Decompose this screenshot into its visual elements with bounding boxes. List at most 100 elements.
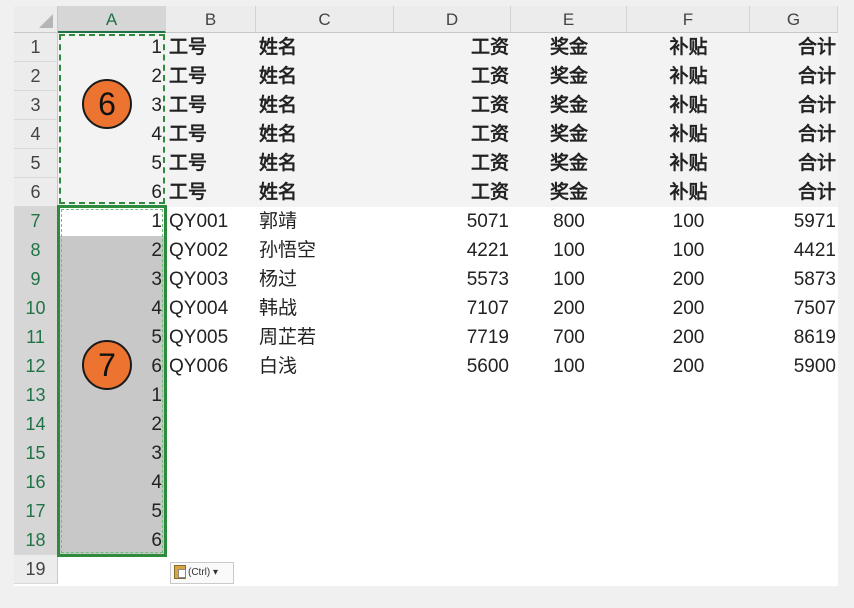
cell-f10[interactable]: 200 — [627, 294, 750, 323]
row-header-12[interactable]: 12 — [14, 352, 58, 381]
cell-g9[interactable]: 5873 — [750, 265, 838, 294]
cell-b12[interactable]: QY006 — [166, 352, 256, 381]
row-header-18[interactable]: 18 — [14, 526, 58, 555]
cell-c3[interactable]: 姓名 — [256, 91, 394, 120]
row-header-5[interactable]: 5 — [14, 149, 58, 178]
cell-c12[interactable]: 白浅 — [256, 352, 394, 381]
cell-b4[interactable]: 工号 — [166, 120, 256, 149]
cell-b6[interactable]: 工号 — [166, 178, 256, 207]
select-all-corner[interactable] — [14, 6, 58, 33]
cell-d1[interactable]: 工资 — [394, 33, 511, 62]
cell-d3[interactable]: 工资 — [394, 91, 511, 120]
cell-f3[interactable]: 补贴 — [627, 91, 750, 120]
cell-e4[interactable]: 奖金 — [511, 120, 627, 149]
cell-d2[interactable]: 工资 — [394, 62, 511, 91]
cell-g4[interactable]: 合计 — [750, 120, 838, 149]
cell-d5[interactable]: 工资 — [394, 149, 511, 178]
cell-f6[interactable]: 补贴 — [627, 178, 750, 207]
cell-c1[interactable]: 姓名 — [256, 33, 394, 62]
row-header-3[interactable]: 3 — [14, 91, 58, 120]
cell-f2[interactable]: 补贴 — [627, 62, 750, 91]
cell-c11[interactable]: 周芷若 — [256, 323, 394, 352]
row-header-7[interactable]: 7 — [14, 207, 58, 236]
row-header-9[interactable]: 9 — [14, 265, 58, 294]
row-header-6[interactable]: 6 — [14, 178, 58, 207]
cell-b5[interactable]: 工号 — [166, 149, 256, 178]
cell-e12[interactable]: 100 — [511, 352, 627, 381]
column-header-b[interactable]: B — [166, 6, 256, 33]
cell-f4[interactable]: 补贴 — [627, 120, 750, 149]
cell-f5[interactable]: 补贴 — [627, 149, 750, 178]
column-header-g[interactable]: G — [750, 6, 838, 33]
column-header-f[interactable]: F — [627, 6, 750, 33]
cell-e6[interactable]: 奖金 — [511, 178, 627, 207]
cell-e10[interactable]: 200 — [511, 294, 627, 323]
paste-options-button[interactable]: (Ctrl) ▾ — [170, 562, 234, 584]
cell-f9[interactable]: 200 — [627, 265, 750, 294]
row-header-16[interactable]: 16 — [14, 468, 58, 497]
column-header-c[interactable]: C — [256, 6, 394, 33]
cell-g5[interactable]: 合计 — [750, 149, 838, 178]
cell-g8[interactable]: 4421 — [750, 236, 838, 265]
cell-e2[interactable]: 奖金 — [511, 62, 627, 91]
cell-e7[interactable]: 800 — [511, 207, 627, 236]
cell-e8[interactable]: 100 — [511, 236, 627, 265]
cell-d9[interactable]: 5573 — [394, 265, 511, 294]
cell-d11[interactable]: 7719 — [394, 323, 511, 352]
row-header-14[interactable]: 14 — [14, 410, 58, 439]
column-header-d[interactable]: D — [394, 6, 511, 33]
cell-b9[interactable]: QY003 — [166, 265, 256, 294]
cell-b7[interactable]: QY001 — [166, 207, 256, 236]
cell-g11[interactable]: 8619 — [750, 323, 838, 352]
cell-f7[interactable]: 100 — [627, 207, 750, 236]
cell-e1[interactable]: 奖金 — [511, 33, 627, 62]
cell-c4[interactable]: 姓名 — [256, 120, 394, 149]
cell-e3[interactable]: 奖金 — [511, 91, 627, 120]
row-header-11[interactable]: 11 — [14, 323, 58, 352]
cell-g7[interactable]: 5971 — [750, 207, 838, 236]
cell-g1[interactable]: 合计 — [750, 33, 838, 62]
cell-d4[interactable]: 工资 — [394, 120, 511, 149]
cell-d10[interactable]: 7107 — [394, 294, 511, 323]
cell-g10[interactable]: 7507 — [750, 294, 838, 323]
cell-c5[interactable]: 姓名 — [256, 149, 394, 178]
column-header-e[interactable]: E — [511, 6, 627, 33]
cell-d8[interactable]: 4221 — [394, 236, 511, 265]
row-header-15[interactable]: 15 — [14, 439, 58, 468]
cell-d12[interactable]: 5600 — [394, 352, 511, 381]
cell-e5[interactable]: 奖金 — [511, 149, 627, 178]
cell-b3[interactable]: 工号 — [166, 91, 256, 120]
row-header-1[interactable]: 1 — [14, 33, 58, 62]
row-header-17[interactable]: 17 — [14, 497, 58, 526]
cell-c10[interactable]: 韩战 — [256, 294, 394, 323]
row-header-2[interactable]: 2 — [14, 62, 58, 91]
cell-e9[interactable]: 100 — [511, 265, 627, 294]
cell-g2[interactable]: 合计 — [750, 62, 838, 91]
cell-b2[interactable]: 工号 — [166, 62, 256, 91]
cell-f12[interactable]: 200 — [627, 352, 750, 381]
row-header-13[interactable]: 13 — [14, 381, 58, 410]
cell-b10[interactable]: QY004 — [166, 294, 256, 323]
column-header-a[interactable]: A — [58, 6, 166, 33]
cell-g6[interactable]: 合计 — [750, 178, 838, 207]
cell-g3[interactable]: 合计 — [750, 91, 838, 120]
cell-e11[interactable]: 700 — [511, 323, 627, 352]
cell-c2[interactable]: 姓名 — [256, 62, 394, 91]
row-header-4[interactable]: 4 — [14, 120, 58, 149]
row-header-10[interactable]: 10 — [14, 294, 58, 323]
cell-c7[interactable]: 郭靖 — [256, 207, 394, 236]
cell-d7[interactable]: 5071 — [394, 207, 511, 236]
cell-f1[interactable]: 补贴 — [627, 33, 750, 62]
cell-g12[interactable]: 5900 — [750, 352, 838, 381]
cell-b8[interactable]: QY002 — [166, 236, 256, 265]
cell-b11[interactable]: QY005 — [166, 323, 256, 352]
cell-c8[interactable]: 孙悟空 — [256, 236, 394, 265]
cell-c6[interactable]: 姓名 — [256, 178, 394, 207]
cell-b1[interactable]: 工号 — [166, 33, 256, 62]
cell-f8[interactable]: 100 — [627, 236, 750, 265]
cell-d6[interactable]: 工资 — [394, 178, 511, 207]
row-header-19[interactable]: 19 — [14, 555, 58, 584]
cell-c9[interactable]: 杨过 — [256, 265, 394, 294]
cell-f11[interactable]: 200 — [627, 323, 750, 352]
row-header-8[interactable]: 8 — [14, 236, 58, 265]
